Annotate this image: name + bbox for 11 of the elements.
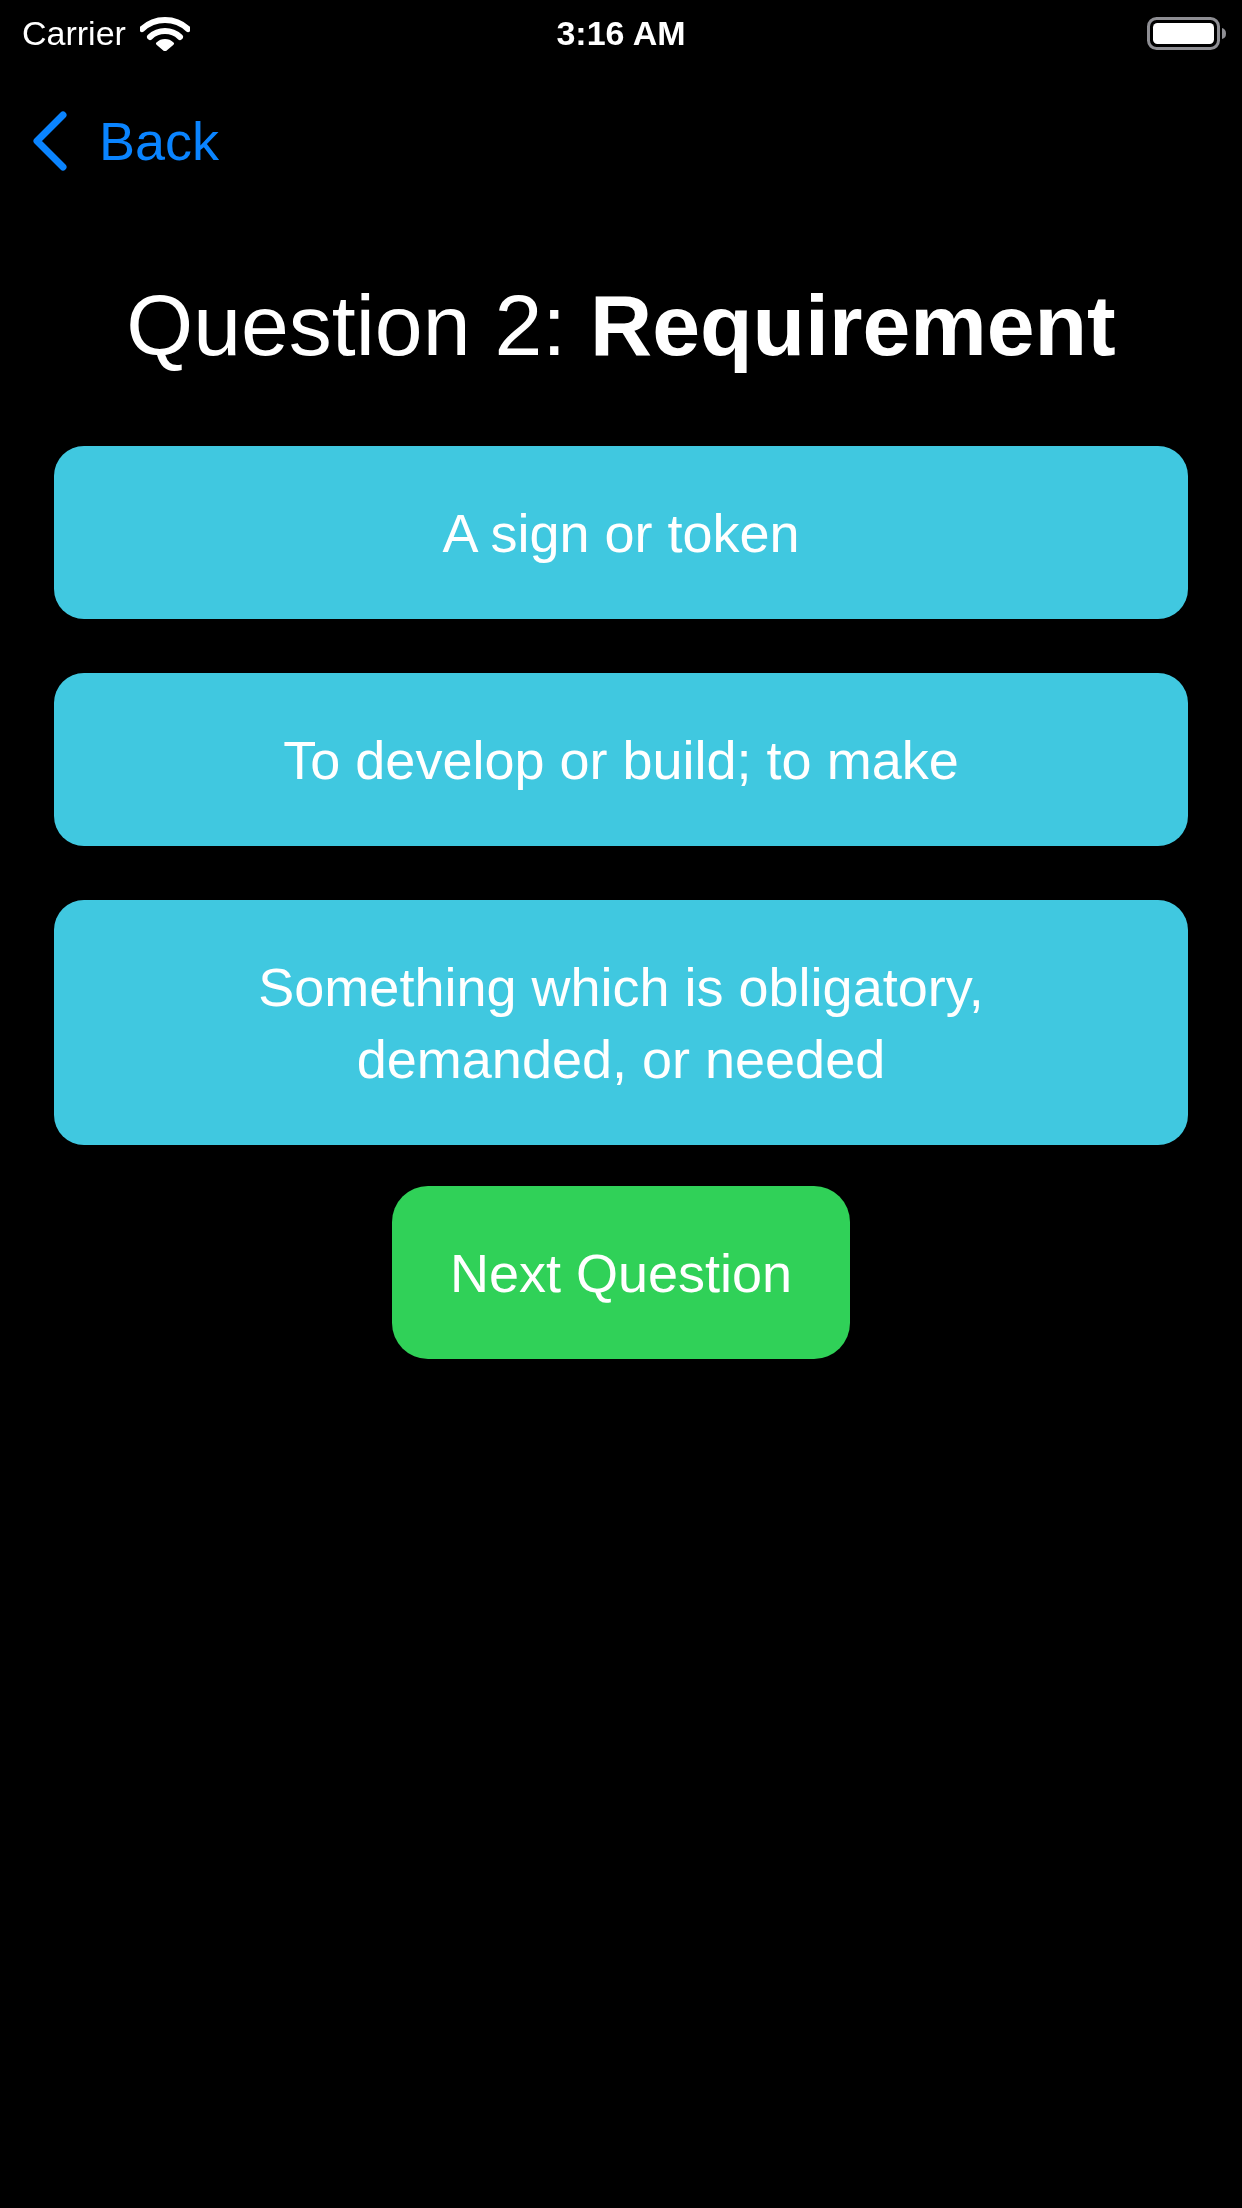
carrier-label: Carrier	[22, 13, 126, 53]
next-question-button[interactable]: Next Question	[391, 1186, 851, 1359]
question-title: Question 2: Requirement	[125, 276, 1117, 375]
status-time: 3:16 AM	[556, 13, 686, 53]
answer-button[interactable]: A sign or token	[54, 446, 1188, 619]
answer-button[interactable]: To develop or build; to make	[54, 673, 1188, 846]
answer-button[interactable]: Something which is obligatory, demanded, or needed	[54, 900, 1188, 1145]
battery-icon	[1147, 16, 1226, 50]
back-button[interactable]: Back	[32, 109, 220, 173]
chevron-left-icon	[32, 111, 68, 171]
wifi-icon	[139, 15, 190, 51]
